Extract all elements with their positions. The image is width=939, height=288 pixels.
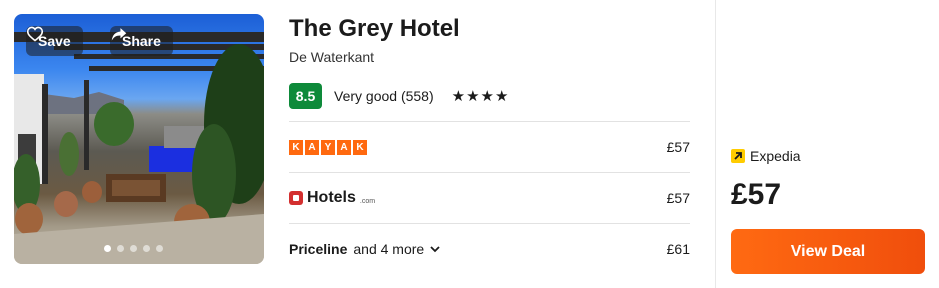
- provider-name: Priceline: [289, 241, 348, 257]
- hotel-photo[interactable]: Save Share: [14, 14, 264, 264]
- carousel-dot[interactable]: [143, 245, 150, 252]
- heart-icon: [26, 26, 44, 42]
- photo-carousel-dots: [104, 245, 163, 252]
- kayak-logo-letter: A: [305, 139, 319, 155]
- hotels-logo-suffix: .com: [359, 197, 376, 205]
- featured-price: £57: [731, 178, 782, 211]
- carousel-dot[interactable]: [156, 245, 163, 252]
- kayak-logo-letter: Y: [321, 139, 335, 155]
- star-rating-icon: ★★★★: [451, 88, 510, 105]
- provider-row-hotels[interactable]: Hotels .com £57: [289, 183, 690, 213]
- carousel-dot[interactable]: [117, 245, 124, 252]
- provider-row-kayak[interactable]: KAYAK £57: [289, 132, 690, 162]
- carousel-dot[interactable]: [104, 245, 111, 252]
- provider-price: £57: [666, 190, 690, 206]
- save-button[interactable]: Save: [26, 26, 83, 56]
- rating-score-badge: 8.5: [289, 83, 322, 109]
- expedia-logo-icon: [731, 149, 745, 163]
- hotels-logo-text: Hotels: [307, 189, 356, 206]
- divider: [289, 121, 690, 122]
- share-button[interactable]: Share: [110, 26, 173, 56]
- hotel-location: De Waterkant: [289, 49, 375, 65]
- column-separator: [715, 0, 716, 288]
- provider-row-priceline[interactable]: Priceline and 4 more £61: [289, 234, 690, 264]
- chevron-down-icon: [430, 245, 440, 252]
- hotel-name[interactable]: The Grey Hotel: [289, 15, 460, 43]
- carousel-dot[interactable]: [130, 245, 137, 252]
- view-deal-button[interactable]: View Deal: [731, 229, 925, 274]
- divider: [289, 172, 690, 173]
- more-providers-label: and 4 more: [353, 241, 425, 257]
- featured-provider: Expedia: [731, 148, 801, 164]
- rating-text: Very good (558): [334, 88, 434, 104]
- kayak-logo-letter: K: [289, 139, 303, 155]
- kayak-logo-letter: A: [337, 139, 351, 155]
- rating-row: 8.5 Very good (558) ★★★★: [289, 83, 509, 109]
- hotel-result-card[interactable]: Save Share The Grey Hotel De Waterkant 8…: [0, 0, 939, 288]
- hotels-com-logo: Hotels .com: [289, 189, 375, 207]
- provider-price: £61: [666, 241, 690, 257]
- share-arrow-icon: [111, 28, 127, 41]
- hotels-logo-icon: [289, 191, 303, 205]
- more-providers-toggle[interactable]: and 4 more: [353, 241, 440, 257]
- kayak-logo-letter: K: [353, 139, 367, 155]
- provider-price: £57: [666, 139, 690, 155]
- featured-provider-name: Expedia: [750, 148, 801, 164]
- kayak-logo: KAYAK: [289, 139, 367, 155]
- divider: [289, 223, 690, 224]
